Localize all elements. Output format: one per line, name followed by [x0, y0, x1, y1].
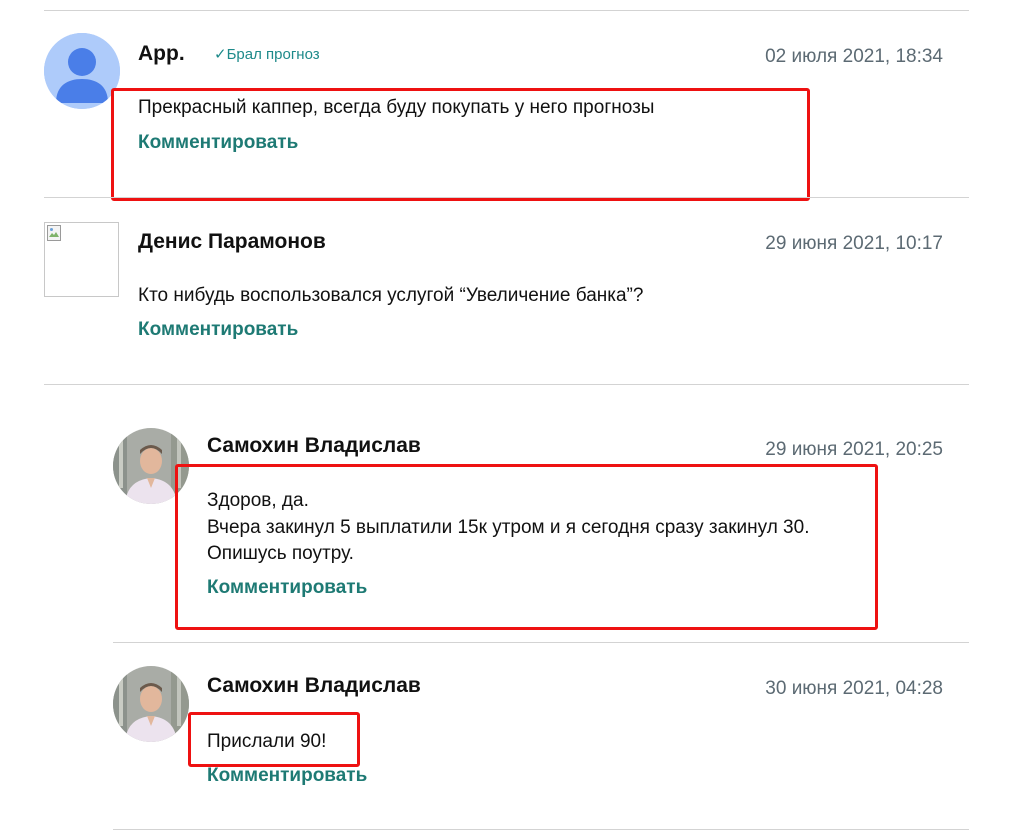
badge-label: Брал прогноз [226, 46, 320, 63]
comment-author: Денис Парамонов [138, 230, 326, 253]
comment-date: 02 июля 2021, 18:34 [765, 46, 943, 67]
comment-date: 30 июня 2021, 04:28 [765, 678, 943, 699]
checkmark-icon: ✓ [214, 46, 227, 63]
broken-image-icon [44, 222, 119, 297]
user-silhouette-icon [44, 33, 120, 109]
comment-item: Денис Парамонов 29 июня 2021, 10:17 Кто … [0, 198, 1021, 384]
comment-author: Самохин Владислав [207, 434, 421, 457]
comment-date: 29 июня 2021, 10:17 [765, 233, 943, 254]
highlight-box [175, 464, 878, 630]
reply-link[interactable]: Комментировать [207, 765, 367, 787]
comment-reply-item: Самохин Владислав 30 июня 2021, 04:28 Пр… [0, 643, 1021, 829]
comment-date: 29 июня 2021, 20:25 [765, 439, 943, 460]
comment-reply-item: Самохин Владислав 29 июня 2021, 20:25 Зд… [0, 385, 1021, 642]
comment-author: App. [138, 42, 185, 65]
comment-author: Самохин Владислав [207, 674, 421, 697]
user-photo-avatar [113, 666, 189, 742]
comment-text-line: Кто нибудь воспользовался услугой “Увели… [138, 285, 644, 306]
broken-image-glyph-icon [47, 225, 61, 241]
highlight-box [188, 712, 360, 767]
default-avatar-icon [44, 33, 120, 109]
reply-link[interactable]: Комментировать [138, 319, 298, 341]
divider-bottom [113, 829, 969, 830]
comment-item: App. ✓Брал прогноз 02 июля 2021, 18:34 П… [0, 0, 1021, 201]
highlight-box [111, 88, 810, 201]
verified-badge: ✓Брал прогноз [214, 45, 320, 63]
person-photo-icon [113, 666, 189, 742]
